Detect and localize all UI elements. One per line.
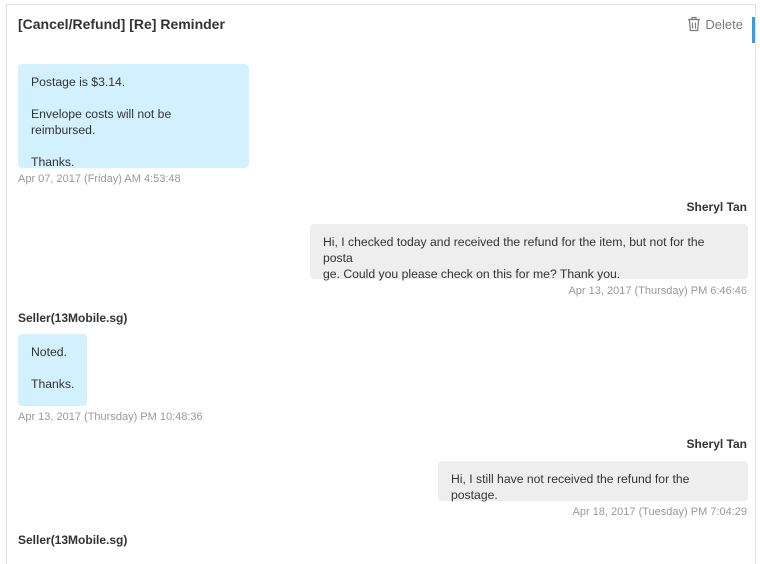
message-timestamp: Apr 18, 2017 (Tuesday) PM 7:04:29 (572, 506, 747, 518)
sender-name: Sheryl Tan (686, 200, 747, 214)
message-line: Thanks. (31, 155, 75, 169)
trash-icon (687, 16, 701, 32)
message-timestamp: Apr 13, 2017 (Thursday) PM 6:46:46 (568, 285, 747, 297)
sender-name: Seller(13Mobile.sg) (18, 311, 128, 325)
message-line: Postage is $3.14. (31, 75, 126, 89)
buyer-message-bubble: Hi, I checked today and received the ref… (310, 224, 748, 281)
message-timestamp: Apr 07, 2017 (Friday) AM 4:53:48 (18, 173, 181, 185)
message-line: Envelope costs will not be reimbursed. (31, 107, 172, 137)
delete-label: Delete (705, 16, 743, 32)
message-line: Thanks. (31, 377, 75, 391)
seller-message-bubble: Noted. Thanks. (18, 334, 87, 406)
sender-name: Seller(13Mobile.sg) (18, 533, 128, 547)
message-line: Hi, I checked today and received the ref… (323, 235, 705, 265)
thread-title: [Cancel/Refund] [Re] Reminder (18, 16, 225, 32)
delete-button[interactable]: Delete (687, 16, 743, 32)
buyer-message-bubble: Hi, I still have not received the refund… (438, 461, 748, 502)
message-timestamp: Apr 13, 2017 (Thursday) PM 10:48:36 (18, 411, 203, 423)
message-line: ge. Could you please check on this for m… (323, 267, 621, 281)
seller-message-bubble: Postage is $3.14. Envelope costs will no… (18, 64, 249, 169)
message-line: Noted. (31, 345, 67, 359)
scroll-indicator (752, 17, 755, 43)
sender-name: Sheryl Tan (686, 437, 747, 451)
message-line: Hi, I still have not received the refund… (451, 472, 690, 502)
